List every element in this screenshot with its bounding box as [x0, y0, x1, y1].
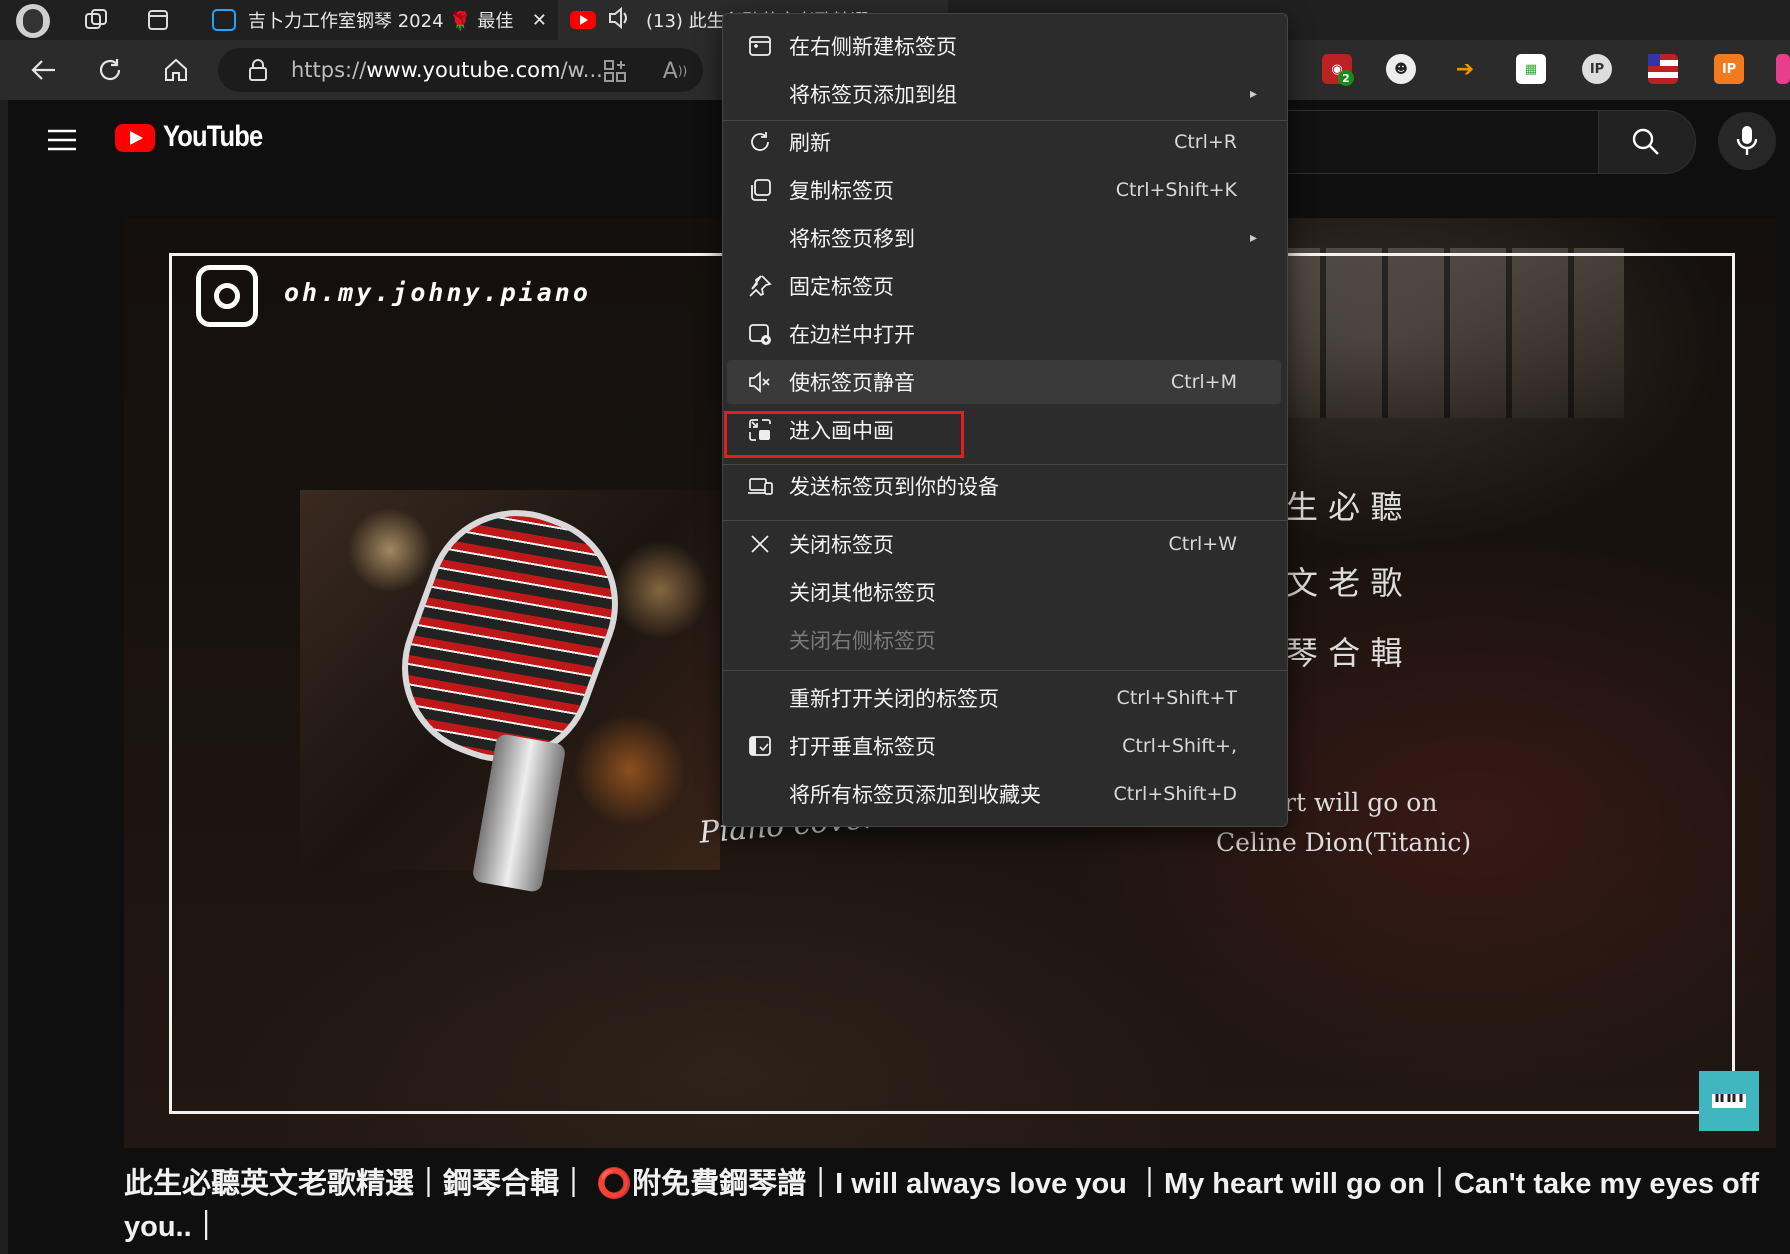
- url-rest: /w...: [560, 58, 603, 82]
- menu-item-label: 将标签页移到: [789, 227, 915, 251]
- refresh-icon[interactable]: [92, 52, 128, 88]
- keyboard-corner-icon[interactable]: [1699, 1071, 1759, 1131]
- back-icon[interactable]: [26, 52, 62, 88]
- tab-actions-icon[interactable]: [142, 4, 174, 36]
- menu-item-open-in-sidebar[interactable]: 在边栏中打开: [727, 312, 1281, 356]
- instagram-handle: oh.my.johny.piano: [284, 278, 591, 307]
- menu-item-label: 关闭标签页: [789, 533, 894, 557]
- extension-ghost-icon[interactable]: ☻: [1386, 54, 1416, 84]
- menu-item-reopen-closed-tab[interactable]: 重新打开关闭的标签页 Ctrl+Shift+T: [727, 676, 1281, 720]
- hamburger-menu-icon[interactable]: [44, 124, 80, 156]
- search-icon: [1632, 128, 1659, 155]
- menu-item-shortcut: Ctrl+Shift+D: [1113, 783, 1237, 805]
- menu-item-label: 发送标签页到你的设备: [789, 475, 999, 499]
- highlight-box: [724, 411, 964, 458]
- duplicate-icon: [745, 175, 775, 205]
- profile-avatar[interactable]: [16, 4, 50, 38]
- menu-item-close-tabs-right: 关闭右侧标签页: [727, 618, 1281, 662]
- menu-item-label: 固定标签页: [789, 275, 894, 299]
- voice-search-button[interactable]: [1718, 112, 1776, 170]
- menu-item-label: 在右侧新建标签页: [789, 35, 957, 59]
- menu-item-send-to-devices[interactable]: 发送标签页到你的设备: [727, 464, 1281, 508]
- app-available-icon[interactable]: [600, 56, 630, 86]
- new-tab-right-icon: [745, 31, 775, 61]
- menu-item-pin-tab[interactable]: 固定标签页: [727, 264, 1281, 308]
- youtube-logo-icon[interactable]: [115, 124, 155, 152]
- search-button[interactable]: [1598, 110, 1696, 174]
- extension-calendar-icon[interactable]: ▦: [1516, 54, 1546, 84]
- video-text-line-2: 文 老 歌: [1286, 564, 1403, 602]
- menu-item-shortcut: Ctrl+Shift+,: [1122, 735, 1237, 757]
- menu-item-label: 将标签页添加到组: [789, 83, 957, 107]
- workspaces-icon[interactable]: [80, 4, 112, 36]
- home-icon[interactable]: [158, 52, 194, 88]
- extension-stopwatch-icon[interactable]: ◉ 2: [1322, 54, 1354, 86]
- sidebar-icon: [745, 319, 775, 349]
- menu-separator: [723, 670, 1287, 671]
- menu-item-close-other-tabs[interactable]: 关闭其他标签页: [727, 570, 1281, 614]
- youtube-favicon-icon: [570, 11, 596, 29]
- menu-item-shortcut: Ctrl+Shift+K: [1115, 179, 1237, 201]
- menu-item-shortcut: Ctrl+M: [1170, 371, 1237, 393]
- youtube-logo-text[interactable]: YouTube: [163, 120, 263, 154]
- video-text-line-3: 琴 合 輯: [1286, 634, 1403, 672]
- menu-item-label: 关闭其他标签页: [789, 581, 936, 605]
- menu-item-add-to-group[interactable]: 将标签页添加到组 ▸: [727, 72, 1281, 116]
- menu-item-label: 将所有标签页添加到收藏夹: [789, 783, 1041, 807]
- pin-icon: [745, 271, 775, 301]
- artist-line: Celine Dion(Titanic): [1216, 828, 1472, 857]
- menu-item-label: 刷新: [789, 131, 831, 155]
- refresh-icon: [745, 127, 775, 157]
- tab-close-icon[interactable]: ✕: [532, 10, 547, 31]
- lock-icon[interactable]: [244, 56, 272, 84]
- menu-item-label: 打开垂直标签页: [789, 735, 936, 759]
- mute-icon: [745, 367, 775, 397]
- bilibili-icon: [212, 9, 236, 31]
- menu-item-new-tab-right[interactable]: 在右侧新建标签页: [727, 24, 1281, 68]
- url-prefix: https://: [291, 58, 367, 82]
- devices-icon: [745, 471, 775, 501]
- url-domain: www.youtube.com: [366, 58, 561, 82]
- url-text[interactable]: https://www.youtube.com/w...: [291, 58, 603, 82]
- video-title: 此生必聽英文老歌精選｜鋼琴合輯｜ ⭕附免費鋼琴譜｜I will always l…: [124, 1168, 1760, 1243]
- instagram-icon: [196, 265, 258, 327]
- menu-separator: [723, 520, 1287, 521]
- vertical-tabs-icon: [745, 731, 775, 761]
- menu-item-label: 在边栏中打开: [789, 323, 915, 347]
- extension-ip-square-icon[interactable]: IP: [1714, 54, 1744, 84]
- extension-flag-icon[interactable]: [1648, 54, 1678, 84]
- menu-item-duplicate-tab[interactable]: 复制标签页 Ctrl+Shift+K: [727, 168, 1281, 212]
- extension-arrow-icon[interactable]: ➔: [1450, 54, 1480, 84]
- extension-edge-icon[interactable]: [1776, 54, 1790, 84]
- menu-item-label: 使标签页静音: [789, 371, 915, 395]
- menu-item-move-tab[interactable]: 将标签页移到 ▸: [727, 216, 1281, 260]
- menu-item-shortcut: Ctrl+R: [1174, 131, 1237, 153]
- menu-item-shortcut: Ctrl+W: [1168, 533, 1237, 555]
- menu-item-vertical-tabs[interactable]: 打开垂直标签页 Ctrl+Shift+,: [727, 724, 1281, 768]
- menu-item-shortcut: Ctrl+Shift+T: [1116, 687, 1237, 709]
- submenu-arrow-icon: ▸: [1249, 86, 1257, 102]
- menu-item-label: 复制标签页: [789, 179, 894, 203]
- read-aloud-icon[interactable]: A)): [660, 56, 690, 86]
- close-icon: [745, 529, 775, 559]
- submenu-arrow-icon: ▸: [1249, 230, 1257, 246]
- menu-item-label: 重新打开关闭的标签页: [789, 687, 999, 711]
- extension-ip-circle-icon[interactable]: IP: [1582, 54, 1612, 84]
- menu-item-close-tab[interactable]: 关闭标签页 Ctrl+W: [727, 522, 1281, 566]
- microphone-icon: [1736, 126, 1758, 155]
- tab-ghibli-piano[interactable]: 吉卜力工作室钢琴 2024 🌹 最佳 ✕: [200, 0, 555, 40]
- extension-badge: 2: [1338, 70, 1354, 86]
- video-text-line-1: 生 必 聽: [1286, 488, 1403, 526]
- menu-item-label: 关闭右侧标签页: [789, 629, 936, 653]
- speaker-icon[interactable]: [608, 6, 632, 34]
- menu-item-mute-tab[interactable]: 使标签页静音 Ctrl+M: [727, 360, 1281, 404]
- menu-item-add-all-to-favorites[interactable]: 将所有标签页添加到收藏夹 Ctrl+Shift+D: [727, 772, 1281, 816]
- tab-title: 吉卜力工作室钢琴 2024 🌹 最佳: [248, 11, 514, 32]
- menu-item-refresh[interactable]: 刷新 Ctrl+R: [727, 120, 1281, 164]
- song-line: rt will go on: [1284, 788, 1438, 817]
